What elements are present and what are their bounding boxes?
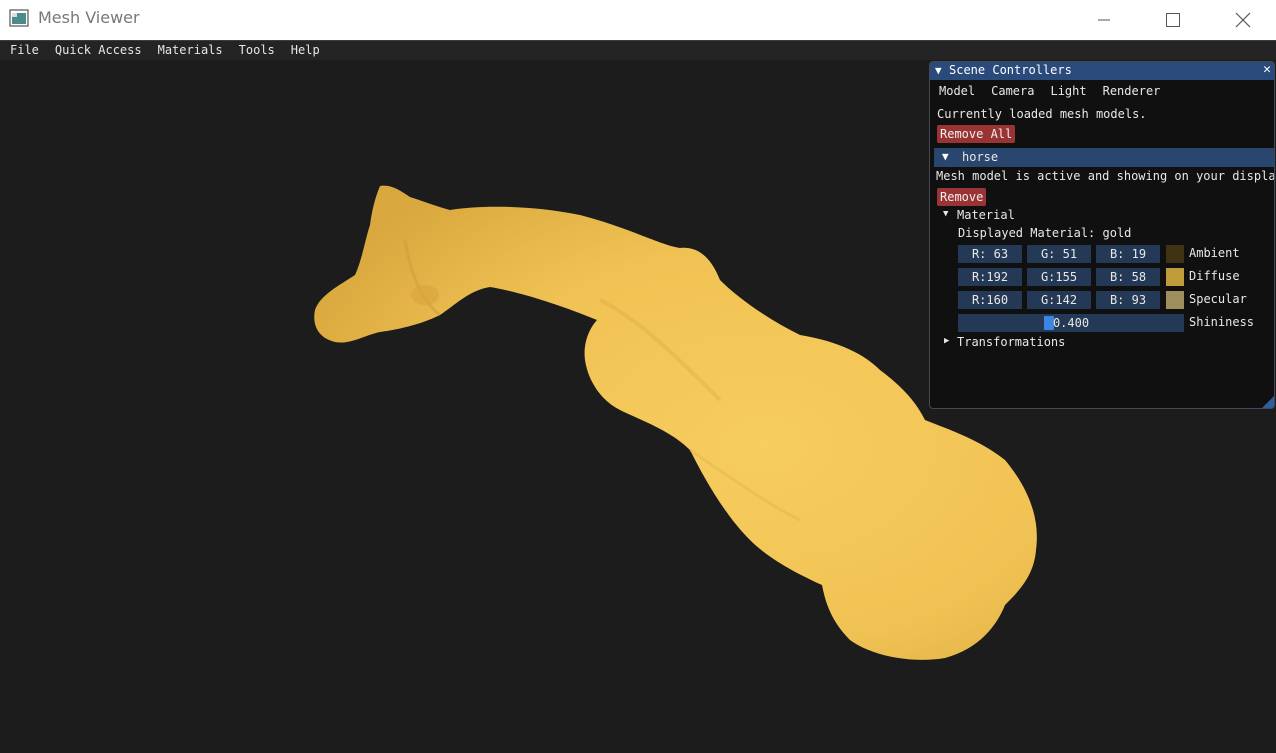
diffuse-color-swatch[interactable] [1166, 268, 1184, 286]
ambient-r-field[interactable]: R: 63 [958, 245, 1022, 263]
specular-color-swatch[interactable] [1166, 291, 1184, 309]
model-status-text: Mesh model is active and showing on your… [936, 169, 1275, 183]
tree-item-horse[interactable]: ▼ horse [934, 148, 1274, 167]
close-icon [1235, 12, 1251, 28]
diffuse-b-field[interactable]: B: 58 [1096, 268, 1160, 286]
collapse-arrow-icon[interactable]: ▼ [935, 64, 942, 77]
displayed-material-text: Displayed Material: gold [958, 226, 1132, 240]
menu-materials[interactable]: Materials [150, 41, 231, 60]
tab-model[interactable]: Model [930, 82, 983, 100]
app-icon [9, 9, 29, 27]
panel-tab-bar: Model Camera Light Renderer [930, 82, 1274, 100]
mesh-viewer-window: Mesh Viewer File Quick Access Materials … [0, 0, 1276, 753]
diffuse-r-field[interactable]: R:192 [958, 268, 1022, 286]
transformations-header[interactable]: Transformations [957, 335, 1065, 349]
ambient-g-field[interactable]: G: 51 [1027, 245, 1091, 263]
specular-label: Specular [1189, 292, 1247, 306]
minimize-button[interactable] [1081, 0, 1127, 40]
specular-g-field[interactable]: G:142 [1027, 291, 1091, 309]
loaded-models-text: Currently loaded mesh models. [937, 107, 1147, 121]
material-arrow-icon[interactable]: ▼ [943, 209, 948, 219]
menu-file[interactable]: File [0, 41, 47, 60]
ambient-color-swatch[interactable] [1166, 245, 1184, 263]
shininess-value: 0.400 [1052, 316, 1090, 330]
menu-help[interactable]: Help [283, 41, 328, 60]
specular-b-field[interactable]: B: 93 [1096, 291, 1160, 309]
menu-quick-access[interactable]: Quick Access [47, 41, 150, 60]
panel-close-icon[interactable]: ✕ [1263, 62, 1271, 77]
menu-bar: File Quick Access Materials Tools Help [0, 40, 1276, 60]
ambient-b-field[interactable]: B: 19 [1096, 245, 1160, 263]
material-header[interactable]: Material [957, 208, 1015, 222]
remove-button[interactable]: Remove [937, 188, 987, 206]
window-title: Mesh Viewer [38, 8, 140, 27]
tab-light[interactable]: Light [1042, 82, 1094, 100]
scene-controllers-panel: ▼ Scene Controllers ✕ Model Camera Light… [929, 61, 1275, 409]
tab-renderer[interactable]: Renderer [1095, 82, 1169, 100]
maximize-button[interactable] [1150, 0, 1196, 40]
close-window-button[interactable] [1220, 0, 1266, 40]
ambient-label: Ambient [1189, 246, 1240, 260]
maximize-icon [1166, 13, 1180, 27]
model-name: horse [962, 150, 999, 164]
mesh-shade-blob [411, 285, 439, 305]
menu-tools[interactable]: Tools [231, 41, 283, 60]
panel-title: Scene Controllers [949, 63, 1072, 77]
specular-r-field[interactable]: R:160 [958, 291, 1022, 309]
shininess-label: Shininess [1189, 315, 1255, 329]
resize-grip-icon[interactable] [1262, 396, 1274, 408]
minimize-icon [1098, 19, 1110, 21]
transformations-arrow-icon[interactable]: ▶ [944, 336, 949, 346]
diffuse-g-field[interactable]: G:155 [1027, 268, 1091, 286]
expand-arrow-icon: ▼ [942, 150, 949, 163]
tab-camera[interactable]: Camera [983, 82, 1042, 100]
title-bar: Mesh Viewer [0, 0, 1276, 40]
remove-all-button[interactable]: Remove All [937, 125, 1016, 143]
shininess-slider[interactable]: 0.400 [958, 314, 1184, 332]
panel-header[interactable]: ▼ Scene Controllers ✕ [930, 62, 1274, 80]
diffuse-label: Diffuse [1189, 269, 1240, 283]
